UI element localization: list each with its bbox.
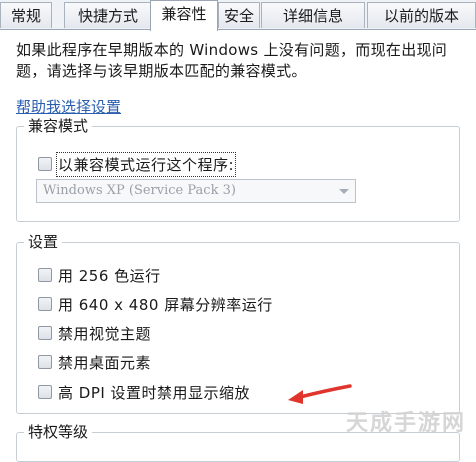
option-disable-desktop-composition-checkbox[interactable]: [38, 355, 52, 369]
compat-mode-checkbox[interactable]: [38, 157, 52, 171]
tab-shortcut[interactable]: 快捷方式: [64, 2, 152, 28]
annotation-arrow-icon: [288, 384, 352, 404]
compat-mode-label: 以兼容模式运行这个程序:: [55, 151, 237, 177]
os-version-select[interactable]: Windows XP (Service Pack 3): [36, 179, 356, 203]
watermark-text: 天成手游网: [345, 411, 466, 436]
compat-mode-group-title: 兼容模式: [24, 117, 93, 135]
option-disable-visual-themes-row[interactable]: 禁用视觉主题: [38, 323, 151, 343]
compat-mode-row[interactable]: 以兼容模式运行这个程序:: [38, 151, 237, 177]
tab-security[interactable]: 安全: [218, 2, 260, 28]
tab-panel-border: [0, 29, 476, 30]
help-choose-settings-link[interactable]: 帮助我选择设置: [16, 96, 121, 117]
option-disable-dpi-scaling-row[interactable]: 高 DPI 设置时禁用显示缩放: [38, 382, 250, 402]
privilege-level-group-title: 特权等级: [24, 423, 93, 441]
tab-bar: 常规 快捷方式 兼容性 安全 详细信息 以前的版本: [0, 0, 476, 31]
option-disable-dpi-scaling-label: 高 DPI 设置时禁用显示缩放: [58, 383, 251, 402]
tab-compatibility[interactable]: 兼容性: [150, 0, 218, 31]
tab-general[interactable]: 常规: [0, 2, 52, 28]
settings-group-title: 设置: [24, 233, 63, 251]
option-disable-dpi-scaling-checkbox[interactable]: [38, 385, 52, 399]
option-disable-desktop-composition-label: 禁用桌面元素: [58, 353, 152, 372]
option-disable-visual-themes-checkbox[interactable]: [38, 326, 52, 340]
option-640x480-label: 用 640 x 480 屏幕分辨率运行: [58, 295, 273, 314]
tab-details[interactable]: 详细信息: [261, 2, 365, 28]
option-256-colors-checkbox[interactable]: [38, 268, 52, 282]
option-disable-desktop-composition-row[interactable]: 禁用桌面元素: [38, 352, 151, 372]
os-version-value: Windows XP (Service Pack 3): [43, 183, 236, 198]
option-640x480-checkbox[interactable]: [38, 297, 52, 311]
tab-previous-versions[interactable]: 以前的版本: [367, 2, 476, 28]
option-640x480-row[interactable]: 用 640 x 480 屏幕分辨率运行: [38, 294, 273, 314]
chevron-down-icon: [339, 189, 349, 194]
intro-text: 如果此程序在早期版本的 Windows 上没有问题，而现在出现问题，请选择与该早…: [16, 41, 448, 80]
option-disable-visual-themes-label: 禁用视觉主题: [58, 324, 152, 343]
option-256-colors-label: 用 256 色运行: [58, 266, 161, 285]
option-256-colors-row[interactable]: 用 256 色运行: [38, 265, 161, 285]
